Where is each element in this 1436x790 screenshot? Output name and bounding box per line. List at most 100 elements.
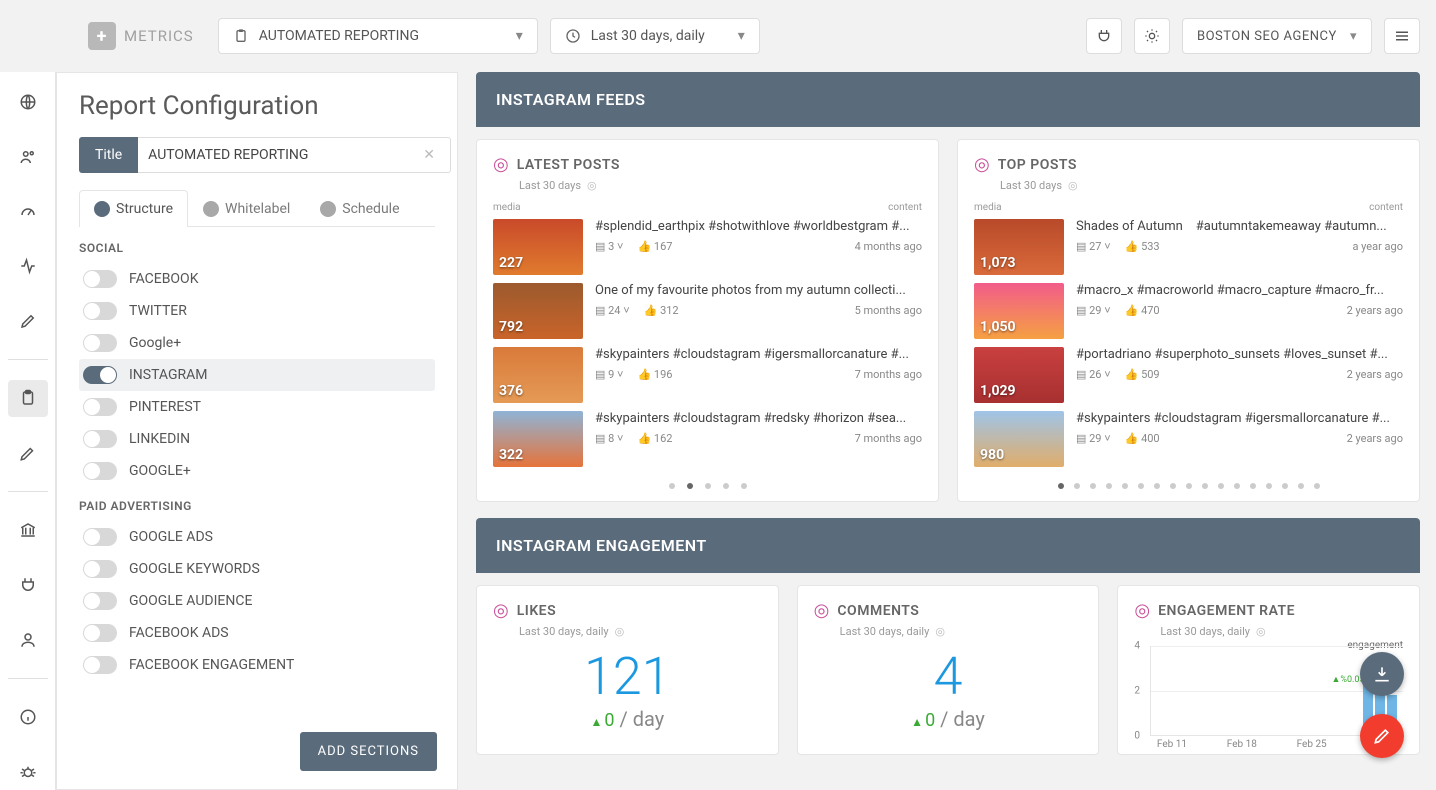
- rail-info[interactable]: [8, 699, 48, 736]
- latest-posts-title: LATEST POSTS: [517, 157, 620, 173]
- post-thumbnail: 1,050: [974, 283, 1064, 339]
- title-input[interactable]: [138, 137, 451, 173]
- clipboard-icon: [233, 28, 249, 44]
- post-row[interactable]: 376#skypainters #cloudstagram #igersmall…: [493, 347, 922, 403]
- post-row[interactable]: 792One of my favourite photos from my au…: [493, 283, 922, 339]
- social-toggle-google-[interactable]: Google+: [79, 327, 435, 359]
- activity-icon: [19, 257, 37, 275]
- whitelabel-icon: [203, 201, 219, 217]
- toggle-label: Google+: [129, 335, 181, 351]
- edit-fab[interactable]: [1360, 714, 1404, 758]
- latest-posts-card: ◎ LATEST POSTS Last 30 days◎ mediaconten…: [476, 139, 939, 502]
- post-age: 2 years ago: [1347, 304, 1403, 317]
- tab-schedule[interactable]: Schedule: [305, 190, 414, 227]
- rail-activity[interactable]: [8, 248, 48, 285]
- tab-structure[interactable]: Structure: [79, 190, 188, 227]
- post-text: #skypainters #cloudstagram #igersmallorc…: [1076, 411, 1403, 426]
- paid-toggle-google-ads[interactable]: GOOGLE ADS: [79, 521, 435, 553]
- post-row[interactable]: 1,073Shades of Autumn #autumntakemeaway …: [974, 219, 1403, 275]
- post-age: 7 months ago: [855, 368, 922, 381]
- rail-account[interactable]: [8, 621, 48, 658]
- toggle-switch: [83, 302, 117, 320]
- rail-bank[interactable]: [8, 512, 48, 549]
- comments-count: ▤ 27 ˅: [1076, 240, 1111, 253]
- rail-users[interactable]: [8, 139, 48, 176]
- chevron-down-icon: ▾: [516, 28, 523, 44]
- report-dropdown[interactable]: AUTOMATED REPORTING ▾: [218, 18, 538, 54]
- pencil-icon: [19, 312, 37, 330]
- rail-bug[interactable]: [8, 753, 48, 790]
- comments-count: ▤ 26 ˅: [1076, 368, 1111, 381]
- rail-draw[interactable]: [8, 435, 48, 472]
- social-toggle-facebook[interactable]: FACEBOOK: [79, 263, 435, 295]
- metrics-label: METRICS: [124, 27, 194, 45]
- likes-count: 👍 162: [637, 432, 672, 445]
- structure-icon: [94, 201, 110, 217]
- rail-globe[interactable]: [8, 84, 48, 121]
- agency-dropdown[interactable]: BOSTON SEO AGENCY ▾: [1182, 18, 1372, 54]
- clear-title-icon[interactable]: ✕: [423, 147, 435, 163]
- post-row[interactable]: 1,029#portadriano #superphoto_sunsets #l…: [974, 347, 1403, 403]
- post-age: 7 months ago: [855, 432, 922, 445]
- menu-button[interactable]: [1384, 18, 1420, 54]
- social-toggle-instagram[interactable]: INSTAGRAM: [79, 359, 435, 391]
- toggle-label: INSTAGRAM: [129, 367, 208, 383]
- toggle-switch: [83, 624, 117, 642]
- agency-label: BOSTON SEO AGENCY: [1197, 29, 1337, 44]
- rail-plug[interactable]: [8, 567, 48, 604]
- plus-icon: +: [88, 22, 116, 50]
- rail-speed[interactable]: [8, 193, 48, 230]
- integrations-button[interactable]: [1086, 18, 1122, 54]
- download-fab[interactable]: [1360, 652, 1404, 696]
- post-row[interactable]: 227#splendid_earthpix #shotwithlove #wor…: [493, 219, 922, 275]
- post-row[interactable]: 980#skypainters #cloudstagram #igersmall…: [974, 411, 1403, 467]
- rail-edit[interactable]: [8, 302, 48, 339]
- top-pagination[interactable]: [974, 475, 1403, 491]
- rail-reports[interactable]: [8, 380, 48, 417]
- main-content: INSTAGRAM FEEDS ◎ LATEST POSTS Last 30 d…: [476, 72, 1420, 790]
- paid-toggle-google-keywords[interactable]: GOOGLE KEYWORDS: [79, 553, 435, 585]
- latest-pagination[interactable]: [493, 475, 922, 491]
- toggle-label: GOOGLE ADS: [129, 529, 213, 545]
- topbar: + METRICS AUTOMATED REPORTING ▾ Last 30 …: [0, 0, 1436, 72]
- paid-toggle-facebook-ads[interactable]: FACEBOOK ADS: [79, 617, 435, 649]
- social-toggle-linkedin[interactable]: LINKEDIN: [79, 423, 435, 455]
- post-row[interactable]: 1,050 #macro_x #macroworld #macro_capture…: [974, 283, 1403, 339]
- hamburger-icon: [1393, 27, 1411, 45]
- post-text: #macro_x #macroworld #macro_capture #mac…: [1076, 283, 1403, 298]
- target-icon: ◎: [935, 625, 945, 638]
- toggle-switch: [83, 656, 117, 674]
- config-heading: Report Configuration: [79, 91, 435, 121]
- post-row[interactable]: 322#skypainters #cloudstagram #redsky #h…: [493, 411, 922, 467]
- date-dropdown[interactable]: Last 30 days, daily ▾: [550, 18, 760, 54]
- toggle-switch: [83, 334, 117, 352]
- social-toggle-pinterest[interactable]: PINTEREST: [79, 391, 435, 423]
- social-toggle-google-[interactable]: GOOGLE+: [79, 455, 435, 487]
- engagement-section-header: INSTAGRAM ENGAGEMENT: [476, 518, 1420, 573]
- post-thumbnail: 322: [493, 411, 583, 467]
- instagram-icon: ◎: [974, 154, 990, 175]
- add-sections-button[interactable]: ADD SECTIONS: [300, 732, 437, 771]
- likes-card: ◎LIKES Last 30 days, daily◎ 121 0 / day: [476, 585, 779, 755]
- plug-icon: [19, 576, 37, 594]
- toggle-label: FACEBOOK: [129, 271, 198, 287]
- instagram-icon: ◎: [814, 600, 830, 621]
- top-posts-title: TOP POSTS: [998, 157, 1077, 173]
- title-row: Title ✕: [79, 137, 435, 173]
- paid-toggle-google-audience[interactable]: GOOGLE AUDIENCE: [79, 585, 435, 617]
- info-icon: [19, 708, 37, 726]
- instagram-icon: ◎: [493, 154, 509, 175]
- user-icon: [19, 631, 37, 649]
- post-age: 2 years ago: [1347, 432, 1403, 445]
- config-panel: Report Configuration Title ✕ Structure W…: [56, 72, 458, 790]
- post-thumbnail: 227: [493, 219, 583, 275]
- post-thumbnail: 792: [493, 283, 583, 339]
- tab-whitelabel[interactable]: Whitelabel: [188, 190, 305, 227]
- toggle-switch: [83, 398, 117, 416]
- comments-value: 4: [814, 646, 1083, 707]
- paid-toggle-facebook-engagement[interactable]: FACEBOOK ENGAGEMENT: [79, 649, 435, 681]
- comments-card: ◎COMMENTS Last 30 days, daily◎ 4 0 / day: [797, 585, 1100, 755]
- theme-button[interactable]: [1134, 18, 1170, 54]
- social-toggle-twitter[interactable]: TWITTER: [79, 295, 435, 327]
- section-social-heading: SOCIAL: [79, 241, 435, 255]
